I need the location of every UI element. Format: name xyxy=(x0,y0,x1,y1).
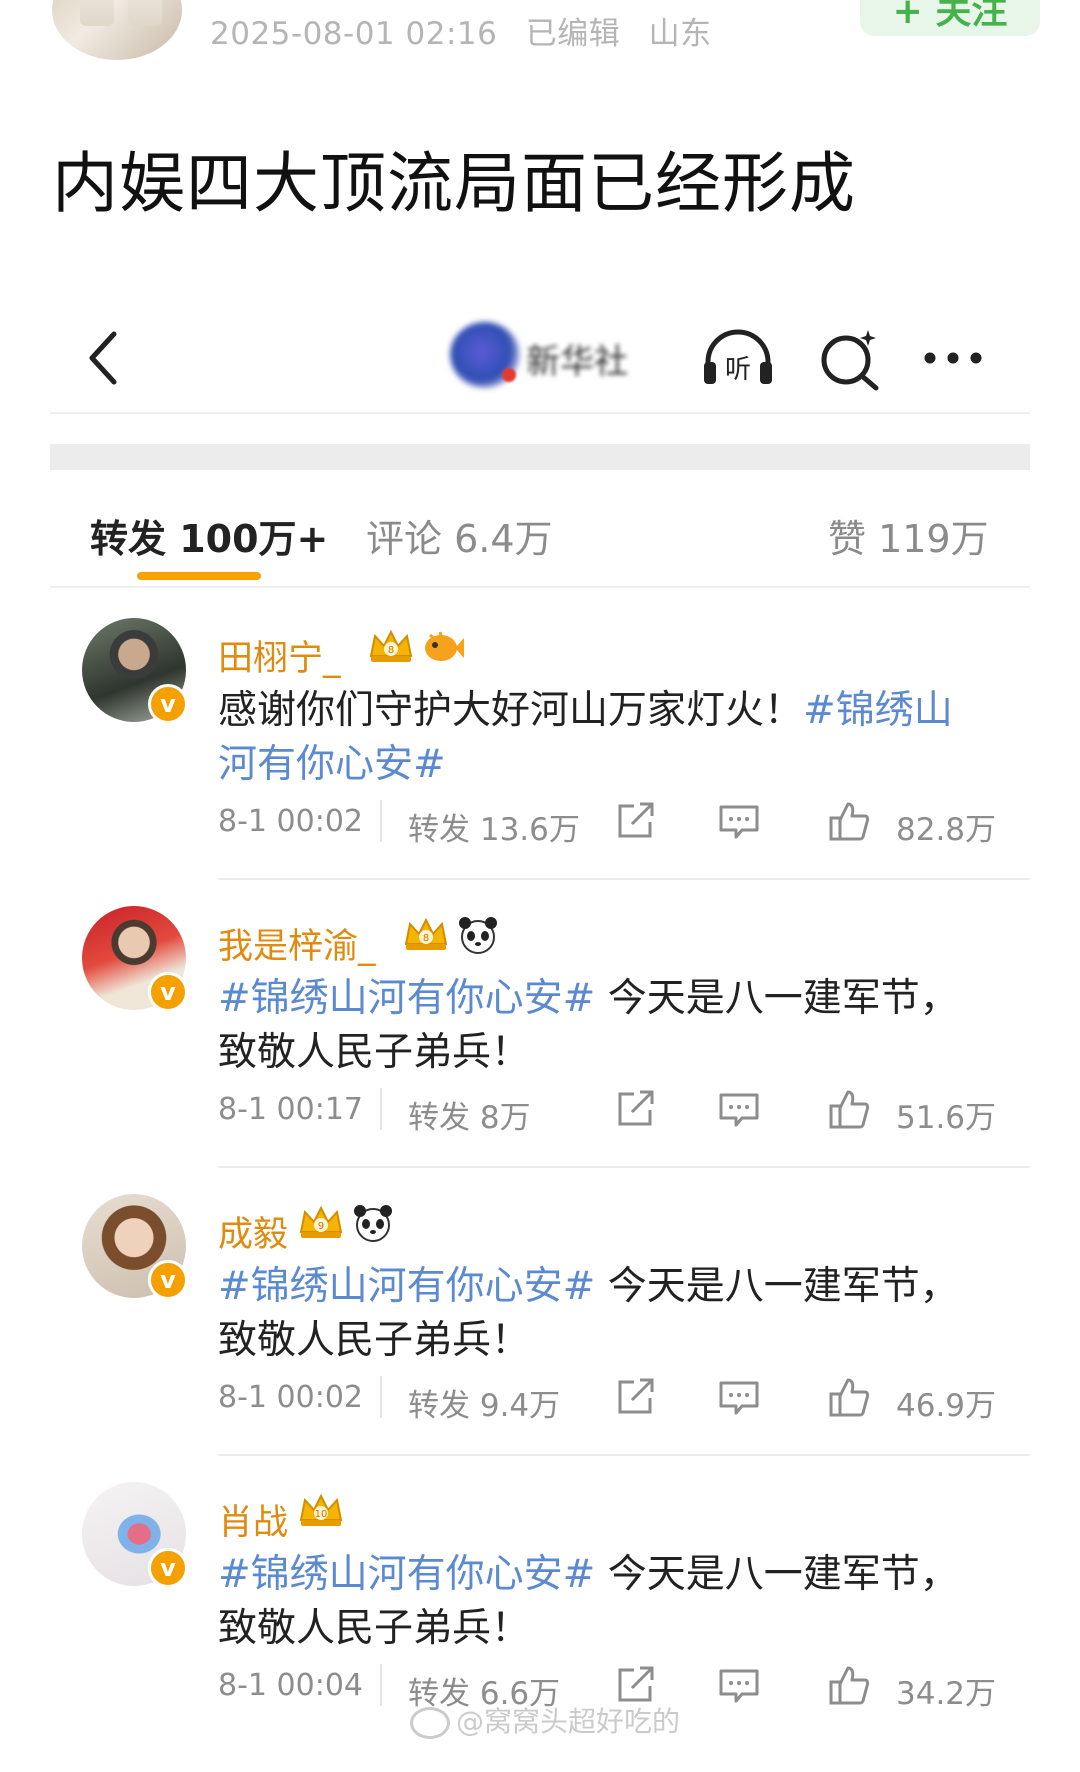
like-count: 51.6万 xyxy=(896,1100,997,1136)
verified-badge-icon: v xyxy=(148,972,188,1012)
more-options-icon[interactable] xyxy=(922,350,984,366)
meta-separator xyxy=(380,1088,382,1130)
repost-item[interactable]: v 我是梓渝_ 8 #锦绣山河有你心安# 今天是八一建军节，致敬人民子弟兵！ 8… xyxy=(0,880,1080,1168)
vip-crown-icon: 8 xyxy=(401,914,451,954)
username[interactable]: 田栩宁_ xyxy=(218,630,341,681)
follow-button[interactable]: + 关注 xyxy=(860,0,1040,36)
active-tab-indicator xyxy=(137,572,261,580)
post-location: 山东 xyxy=(648,16,712,52)
meta-separator xyxy=(380,800,382,842)
hashtag-link[interactable]: #锦绣山河有你心安# xyxy=(218,1264,595,1309)
repost-time: 8-1 00:02 xyxy=(218,804,363,839)
verified-badge-icon: v xyxy=(148,1260,188,1300)
tab-like[interactable]: 赞 119万 xyxy=(828,508,989,563)
repost-content: 感谢你们守护大好河山万家灯火！#锦绣山河有你心安# xyxy=(218,684,978,792)
post-edited-label: 已编辑 xyxy=(525,16,621,52)
post-meta: 2025-08-01 02:16 已编辑 山东 xyxy=(210,8,730,53)
username[interactable]: 肖战 xyxy=(218,1494,288,1545)
repost-content: #锦绣山河有你心安# 今天是八一建军节，致敬人民子弟兵！ xyxy=(218,972,978,1080)
watermark-text: @窝窝头超好吃的 xyxy=(456,1705,681,1738)
panda-emoji-icon xyxy=(457,914,499,956)
repost-item[interactable]: v 田栩宁_ 8 感谢你们守护大好河山万家灯火！#锦绣山河有你心安# 8-1 0… xyxy=(0,592,1080,880)
repost-count: 转发 13.6万 xyxy=(408,812,580,848)
svg-text:8: 8 xyxy=(388,645,394,656)
verified-badge-icon: v xyxy=(148,1548,188,1588)
thumbs-up-icon[interactable] xyxy=(828,1088,870,1130)
fish-emoji-icon xyxy=(422,626,464,668)
hashtag-link[interactable]: #锦绣山河有你心安# xyxy=(218,976,595,1021)
share-icon[interactable] xyxy=(616,802,656,840)
username[interactable]: 成毅 xyxy=(218,1206,288,1257)
repost-count: 转发 9.4万 xyxy=(408,1388,561,1424)
hashtag-link[interactable]: #锦绣山河有你心安# xyxy=(218,1552,595,1597)
post-author-avatar[interactable] xyxy=(52,0,182,60)
repost-text: 感谢你们守护大好河山万家灯火！ xyxy=(218,688,804,733)
account-header[interactable]: 新华社 xyxy=(450,320,650,390)
comment-icon[interactable] xyxy=(718,1668,760,1704)
share-icon[interactable] xyxy=(616,1090,656,1128)
repost-count: 转发 8万 xyxy=(408,1100,531,1136)
verified-badge-icon: v xyxy=(148,684,188,724)
repost-time: 8-1 00:02 xyxy=(218,1380,363,1415)
tab-repost[interactable]: 转发 100万+ xyxy=(90,508,328,563)
nav-divider xyxy=(50,412,1030,414)
watermark: @窝窝头超好吃的 xyxy=(410,1700,680,1740)
meta-separator xyxy=(380,1376,382,1418)
tab-comment[interactable]: 评论 6.4万 xyxy=(366,508,553,563)
back-arrow-icon[interactable] xyxy=(84,328,124,388)
repost-time: 8-1 00:04 xyxy=(218,1668,363,1703)
like-count: 82.8万 xyxy=(896,812,997,848)
post-title: 内娱四大顶流局面已经形成 xyxy=(52,145,856,222)
headphones-listen-icon[interactable]: 听 xyxy=(700,328,776,388)
account-name: 新华社 xyxy=(526,342,628,382)
svg-text:8: 8 xyxy=(423,933,429,944)
like-count: 46.9万 xyxy=(896,1388,997,1424)
like-count: 34.2万 xyxy=(896,1676,997,1712)
repost-item[interactable]: v 成毅 9 #锦绣山河有你心安# 今天是八一建军节，致敬人民子弟兵！ 8-1 … xyxy=(0,1168,1080,1456)
share-icon[interactable] xyxy=(616,1666,656,1704)
comment-icon[interactable] xyxy=(718,1092,760,1128)
comment-icon[interactable] xyxy=(718,1380,760,1416)
meta-separator xyxy=(380,1664,382,1706)
thumbs-up-icon[interactable] xyxy=(828,800,870,842)
vip-crown-icon: 9 xyxy=(296,1202,346,1242)
repost-content: #锦绣山河有你心安# 今天是八一建军节，致敬人民子弟兵！ xyxy=(218,1260,978,1368)
repost-time: 8-1 00:17 xyxy=(218,1092,363,1127)
comment-icon[interactable] xyxy=(718,804,760,840)
svg-text:10: 10 xyxy=(315,1509,328,1520)
thumbs-up-icon[interactable] xyxy=(828,1664,870,1706)
weibo-logo-icon xyxy=(410,1707,450,1739)
username[interactable]: 我是梓渝_ xyxy=(218,918,376,969)
thumbs-up-icon[interactable] xyxy=(828,1376,870,1418)
panda-emoji-icon xyxy=(352,1202,394,1244)
vip-crown-icon: 8 xyxy=(366,626,416,666)
listen-label: 听 xyxy=(725,355,751,385)
tabs-divider xyxy=(50,586,1030,588)
repost-content: #锦绣山河有你心安# 今天是八一建军节，致敬人民子弟兵！ xyxy=(218,1548,978,1656)
share-icon[interactable] xyxy=(616,1378,656,1416)
section-separator-band xyxy=(50,444,1030,470)
post-timestamp: 2025-08-01 02:16 xyxy=(210,16,498,52)
account-logo-dot xyxy=(502,368,516,382)
svg-text:9: 9 xyxy=(318,1221,324,1232)
vip-crown-icon: 10 xyxy=(296,1490,346,1530)
search-icon[interactable] xyxy=(818,326,884,392)
